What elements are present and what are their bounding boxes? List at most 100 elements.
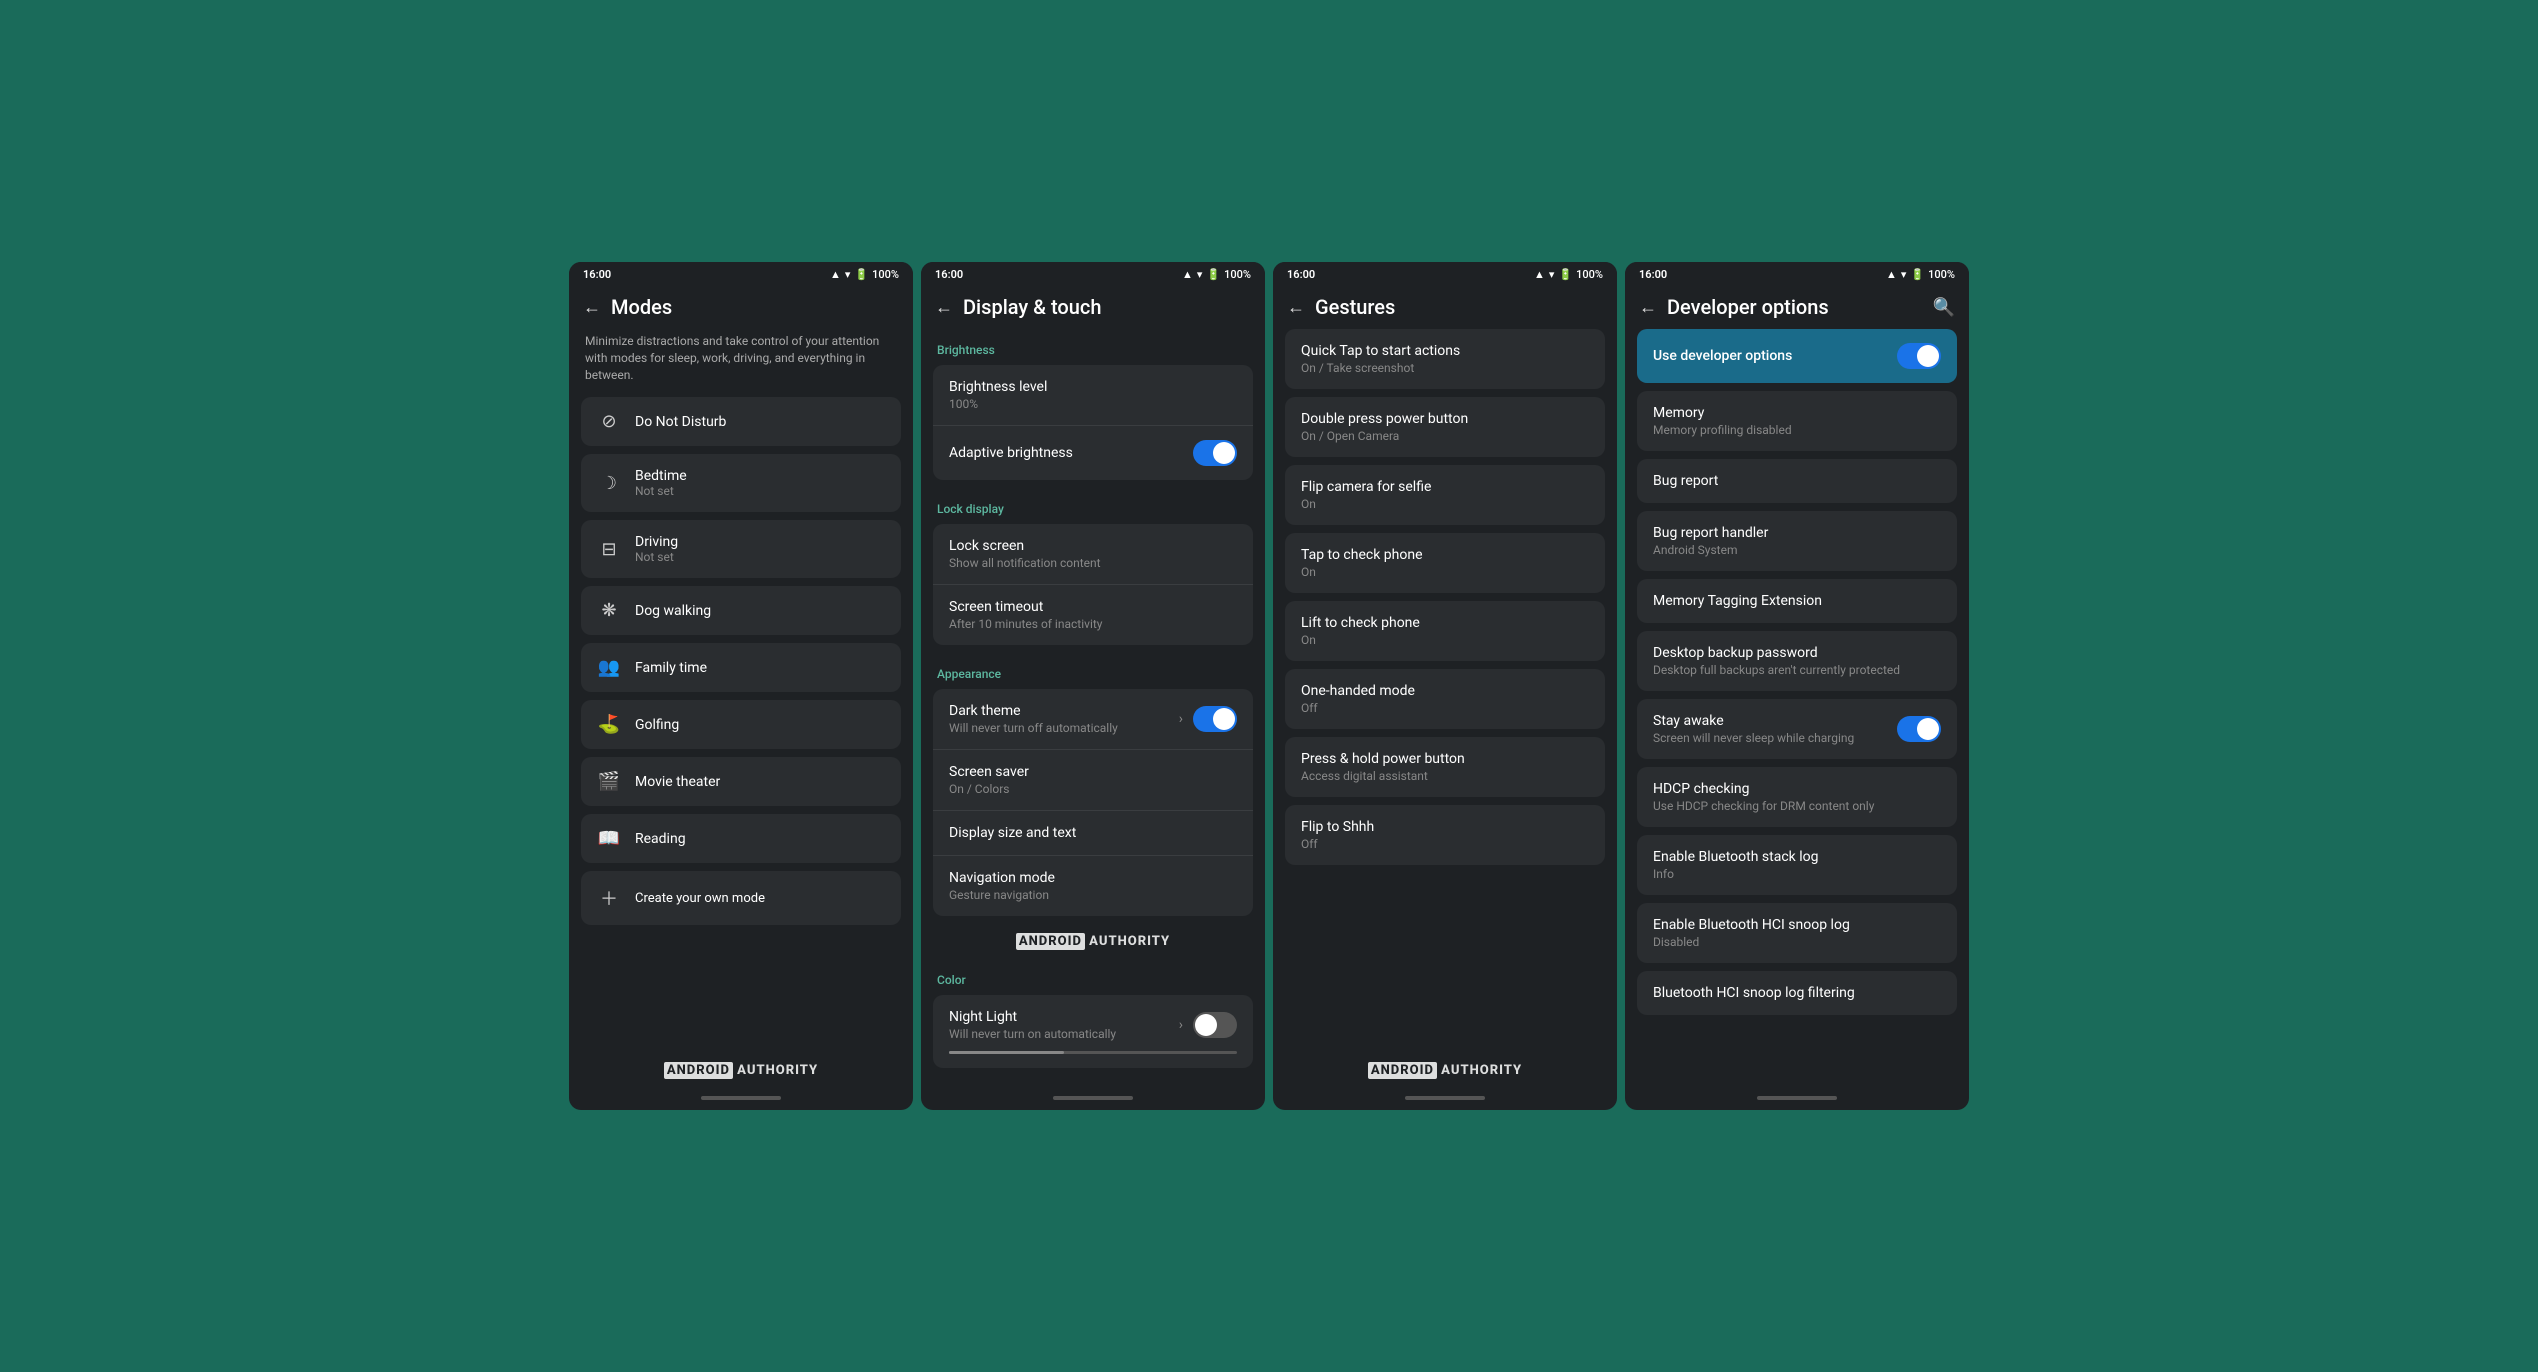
row-dark-theme[interactable]: Dark theme Will never turn off automatic… — [933, 689, 1253, 750]
screen-saver-label: Screen saver — [949, 764, 1029, 780]
status-icons-dev: ▲ ▾ 🔋 100% — [1886, 268, 1955, 281]
section-color: Color — [933, 959, 1253, 995]
row-lock-screen[interactable]: Lock screen Show all notification conten… — [933, 524, 1253, 585]
dev-item-bt-hci-filter[interactable]: Bluetooth HCI snoop log filtering — [1637, 971, 1957, 1015]
home-indicator-display — [1053, 1096, 1133, 1100]
dark-theme-toggle[interactable] — [1193, 706, 1237, 732]
card-brightness: Brightness level 100% Adaptive brightnes… — [933, 365, 1253, 480]
bedtime-icon: ☽ — [597, 473, 621, 494]
stay-awake-toggle[interactable] — [1897, 716, 1941, 742]
row-screen-saver[interactable]: Screen saver On / Colors — [933, 750, 1253, 811]
mode-item-reading[interactable]: 📖 Reading — [581, 814, 901, 863]
dev-memory-tagging-label: Memory Tagging Extension — [1653, 593, 1822, 609]
back-button-dev[interactable]: ← — [1639, 297, 1657, 318]
gesture-hold-power[interactable]: Press & hold power button Access digital… — [1285, 737, 1605, 797]
screen-modes: 16:00 ▲ ▾ 🔋 100% ← Modes Minimize distra… — [569, 262, 913, 1110]
driving-icon: ⊟ — [597, 539, 621, 560]
dev-bug-report-label: Bug report — [1653, 473, 1718, 489]
status-icons-modes: ▲ ▾ 🔋 100% — [830, 268, 899, 281]
gesture-double-press-sub: On / Open Camera — [1301, 429, 1589, 443]
dev-item-stay-awake[interactable]: Stay awake Screen will never sleep while… — [1637, 699, 1957, 759]
gesture-flip-shhh[interactable]: Flip to Shhh Off — [1285, 805, 1605, 865]
row-navigation-mode[interactable]: Navigation mode Gesture navigation — [933, 856, 1253, 916]
dev-bug-handler-sublabel: Android System — [1653, 543, 1768, 557]
battery-icon: 🔋 — [854, 268, 868, 281]
bedtime-label: Bedtime — [635, 468, 687, 484]
use-dev-toggle[interactable] — [1897, 343, 1941, 369]
mode-item-golfing[interactable]: ⛳ Golfing — [581, 700, 901, 749]
dev-item-bug-handler[interactable]: Bug report handler Android System — [1637, 511, 1957, 571]
row-night-light[interactable]: Night Light Will never turn on automatic… — [933, 995, 1253, 1068]
wifi-icon: ▾ — [845, 268, 851, 281]
gesture-quick-tap[interactable]: Quick Tap to start actions On / Take scr… — [1285, 329, 1605, 389]
golfing-label: Golfing — [635, 717, 679, 733]
dev-hdcp-sublabel: Use HDCP checking for DRM content only — [1653, 799, 1874, 813]
gesture-hold-power-label: Press & hold power button — [1301, 751, 1589, 767]
mode-item-theater[interactable]: 🎬 Movie theater — [581, 757, 901, 806]
top-bar-display: ← Display & touch — [921, 287, 1265, 329]
dev-memory-sublabel: Memory profiling disabled — [1653, 423, 1792, 437]
watermark-authority-gestures: AUTHORITY — [1441, 1063, 1522, 1078]
gesture-tap-check-sub: On — [1301, 565, 1589, 579]
gesture-lift-check[interactable]: Lift to check phone On — [1285, 601, 1605, 661]
gesture-tap-check[interactable]: Tap to check phone On — [1285, 533, 1605, 593]
dev-hdcp-label: HDCP checking — [1653, 781, 1874, 797]
create-mode-button[interactable]: ＋ Create your own mode — [581, 871, 901, 925]
reading-label: Reading — [635, 831, 686, 847]
driving-label: Driving — [635, 534, 678, 550]
top-bar-dev: ← Developer options 🔍 — [1625, 287, 1969, 329]
section-lock-display: Lock display — [933, 488, 1253, 524]
dogwalking-label: Dog walking — [635, 603, 711, 619]
gesture-tap-check-label: Tap to check phone — [1301, 547, 1589, 563]
watermark-authority-display: AUTHORITY — [1089, 934, 1170, 949]
mode-item-driving[interactable]: ⊟ Driving Not set — [581, 520, 901, 578]
brightness-level-value: 100% — [949, 397, 1047, 411]
dev-item-desktop-backup[interactable]: Desktop backup password Desktop full bac… — [1637, 631, 1957, 691]
family-label: Family time — [635, 660, 707, 676]
dev-item-memory-tagging[interactable]: Memory Tagging Extension — [1637, 579, 1957, 623]
mode-item-dnd[interactable]: ⊘ Do Not Disturb — [581, 397, 901, 446]
row-screen-timeout[interactable]: Screen timeout After 10 minutes of inact… — [933, 585, 1253, 645]
night-light-slider[interactable] — [949, 1051, 1237, 1054]
gesture-flip-camera[interactable]: Flip camera for selfie On — [1285, 465, 1605, 525]
row-adaptive-brightness[interactable]: Adaptive brightness — [933, 426, 1253, 480]
family-icon: 👥 — [597, 657, 621, 678]
wifi-icon-dev: ▾ — [1901, 268, 1907, 281]
row-display-size[interactable]: Display size and text — [933, 811, 1253, 856]
time-display: 16:00 — [935, 268, 963, 281]
title-gestures: Gestures — [1315, 295, 1395, 319]
back-button-display[interactable]: ← — [935, 297, 953, 318]
night-light-toggle[interactable] — [1193, 1012, 1237, 1038]
lock-screen-sublabel: Show all notification content — [949, 556, 1101, 570]
dev-item-bt-stack[interactable]: Enable Bluetooth stack log Info — [1637, 835, 1957, 895]
content-gestures: Quick Tap to start actions On / Take scr… — [1273, 329, 1617, 1053]
gesture-one-handed[interactable]: One-handed mode Off — [1285, 669, 1605, 729]
dev-item-hdcp[interactable]: HDCP checking Use HDCP checking for DRM … — [1637, 767, 1957, 827]
watermark-gestures: ANDROID AUTHORITY — [1273, 1053, 1617, 1088]
back-button-modes[interactable]: ← — [583, 297, 601, 318]
section-brightness: Brightness — [933, 329, 1253, 365]
back-button-gestures[interactable]: ← — [1287, 297, 1305, 318]
screen-developer: 16:00 ▲ ▾ 🔋 100% ← Developer options 🔍 U… — [1625, 262, 1969, 1110]
content-dev: Use developer options Memory Memory prof… — [1625, 329, 1969, 1088]
night-light-chevron: › — [1179, 1017, 1183, 1033]
mode-item-bedtime[interactable]: ☽ Bedtime Not set — [581, 454, 901, 512]
use-dev-options-row[interactable]: Use developer options — [1637, 329, 1957, 383]
use-dev-label: Use developer options — [1653, 348, 1792, 364]
gesture-double-press[interactable]: Double press power button On / Open Came… — [1285, 397, 1605, 457]
time-dev: 16:00 — [1639, 268, 1667, 281]
gesture-quick-tap-sub: On / Take screenshot — [1301, 361, 1589, 375]
screen-gestures: 16:00 ▲ ▾ 🔋 100% ← Gestures Quick Tap to… — [1273, 262, 1617, 1110]
mode-item-dogwalking[interactable]: ❋ Dog walking — [581, 586, 901, 635]
watermark-android-modes: ANDROID — [664, 1062, 733, 1079]
battery-percent-dev: 100% — [1928, 268, 1955, 281]
search-icon-dev[interactable]: 🔍 — [1933, 297, 1955, 318]
dev-item-bt-hci[interactable]: Enable Bluetooth HCI snoop log Disabled — [1637, 903, 1957, 963]
dev-item-memory[interactable]: Memory Memory profiling disabled — [1637, 391, 1957, 451]
battery-icon-g: 🔋 — [1558, 268, 1572, 281]
mode-item-family[interactable]: 👥 Family time — [581, 643, 901, 692]
dev-item-bug-report[interactable]: Bug report — [1637, 459, 1957, 503]
adaptive-brightness-toggle[interactable] — [1193, 440, 1237, 466]
brightness-level-label: Brightness level — [949, 379, 1047, 395]
row-brightness-level[interactable]: Brightness level 100% — [933, 365, 1253, 426]
